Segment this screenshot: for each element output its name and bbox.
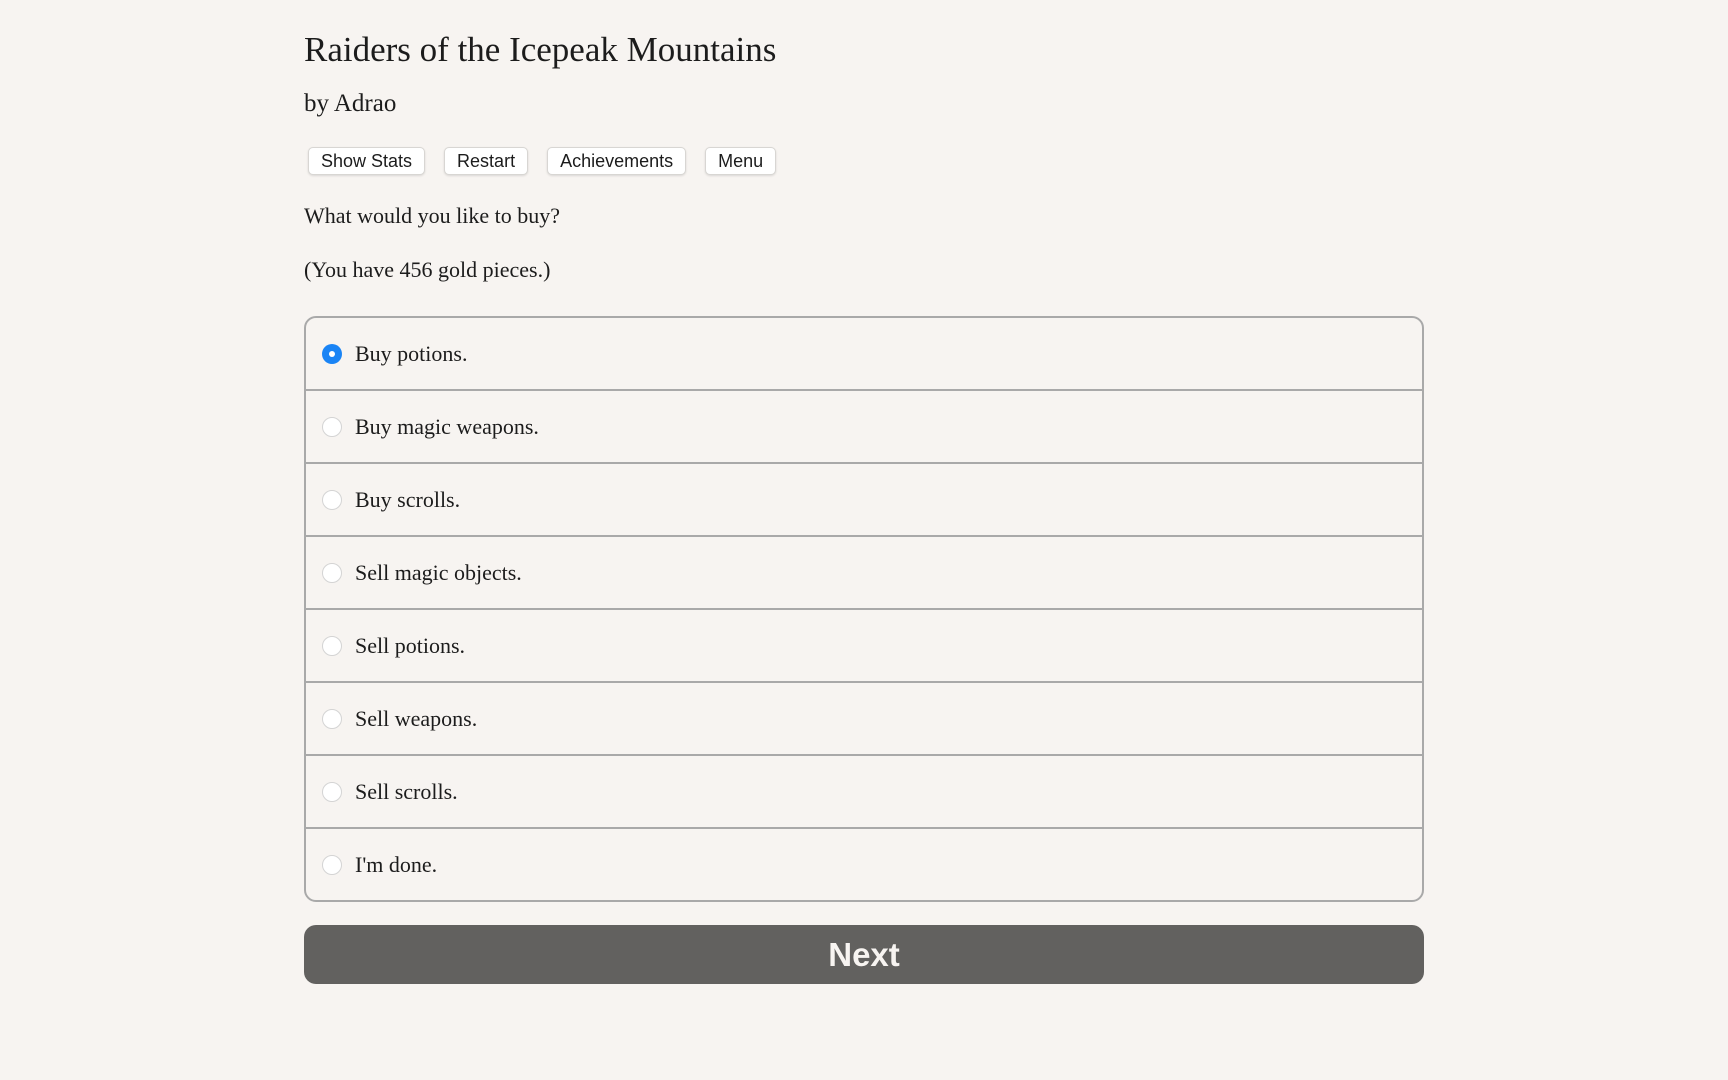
menu-button[interactable]: Menu bbox=[705, 147, 777, 175]
game-author: by Adrao bbox=[304, 90, 397, 117]
choice-buy-potions[interactable]: Buy potions. bbox=[306, 318, 1422, 389]
radio-button[interactable] bbox=[322, 854, 342, 875]
choice-label: Sell magic objects. bbox=[355, 559, 522, 585]
choice-im-done[interactable]: I'm done. bbox=[306, 827, 1422, 900]
choice-sell-scrolls[interactable]: Sell scrolls. bbox=[306, 754, 1422, 827]
gold-status-text: (You have 456 gold pieces.) bbox=[304, 257, 551, 282]
restart-button[interactable]: Restart bbox=[444, 147, 529, 175]
choice-sell-potions[interactable]: Sell potions. bbox=[306, 608, 1422, 681]
choice-sell-magic-objects[interactable]: Sell magic objects. bbox=[306, 535, 1422, 608]
choice-buy-scrolls[interactable]: Buy scrolls. bbox=[306, 462, 1422, 535]
choice-label: Buy magic weapons. bbox=[355, 413, 539, 439]
radio-button[interactable] bbox=[322, 708, 342, 729]
choice-label: Sell scrolls. bbox=[355, 778, 458, 804]
choice-buy-magic-weapons[interactable]: Buy magic weapons. bbox=[306, 389, 1422, 462]
toolbar: Show Stats Restart Achievements Menu bbox=[308, 147, 777, 175]
choice-label: Buy scrolls. bbox=[355, 486, 461, 512]
next-button[interactable]: Next bbox=[304, 925, 1424, 984]
achievements-button[interactable]: Achievements bbox=[547, 147, 687, 175]
choice-label: Buy potions. bbox=[355, 340, 468, 366]
radio-button[interactable] bbox=[322, 416, 342, 437]
choice-list: Buy potions. Buy magic weapons. Buy scro… bbox=[304, 316, 1424, 902]
show-stats-button[interactable]: Show Stats bbox=[308, 147, 426, 175]
game-title: Raiders of the Icepeak Mountains bbox=[304, 30, 777, 69]
prompt-text: What would you like to buy? bbox=[304, 203, 561, 228]
choice-label: Sell weapons. bbox=[355, 705, 478, 731]
radio-button[interactable] bbox=[322, 781, 342, 802]
radio-button[interactable] bbox=[322, 343, 342, 364]
radio-button[interactable] bbox=[322, 562, 342, 583]
choice-label: Sell potions. bbox=[355, 632, 466, 658]
radio-button[interactable] bbox=[322, 489, 342, 510]
radio-button[interactable] bbox=[322, 635, 342, 656]
choice-sell-weapons[interactable]: Sell weapons. bbox=[306, 681, 1422, 754]
choice-label: I'm done. bbox=[355, 851, 438, 877]
